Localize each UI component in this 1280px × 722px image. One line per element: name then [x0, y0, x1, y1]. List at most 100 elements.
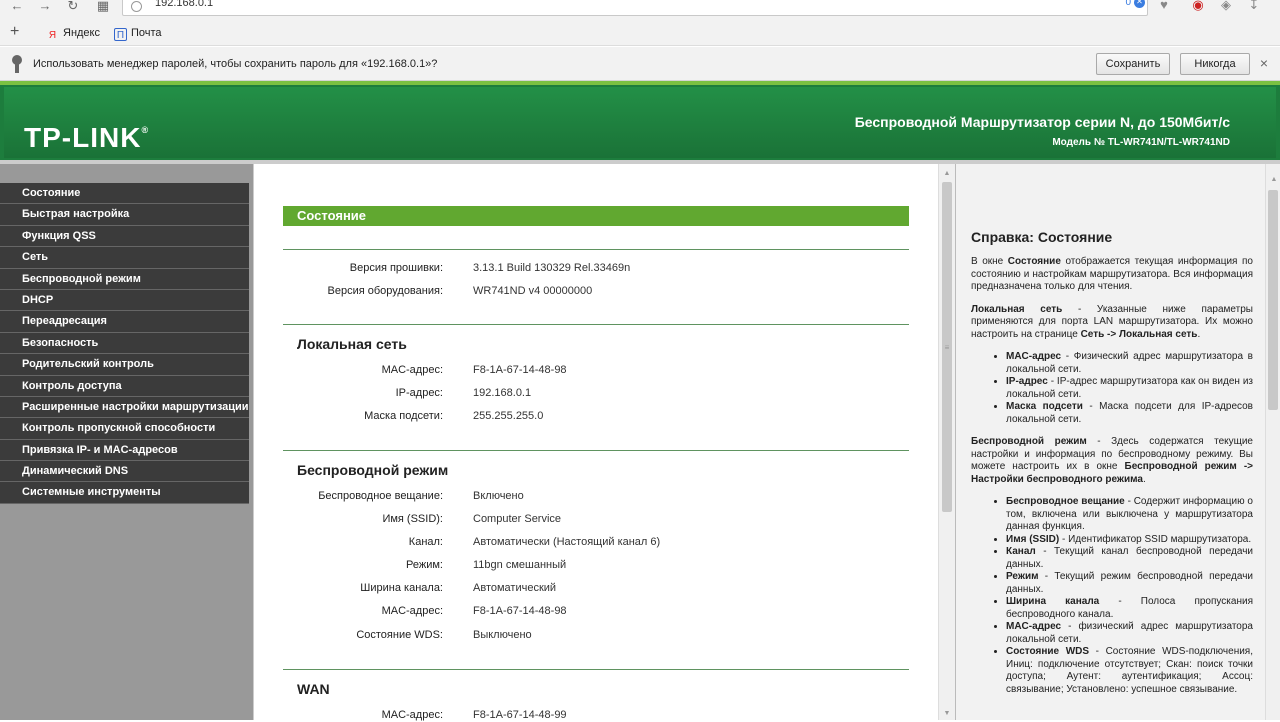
scroll-down-icon[interactable]: ▼: [942, 710, 952, 718]
firmware-value: 3.13.1 Build 130329 Rel.33469n: [473, 262, 631, 274]
wireless-broadcast-row: Беспроводное вещание: Включено: [283, 489, 909, 503]
bookmark-mail[interactable]: П Почта: [114, 26, 162, 41]
close-icon[interactable]: ×: [1260, 53, 1268, 73]
wireless-mode-row: Режим: 11bgn смешанный: [283, 558, 909, 572]
list-item: Маска подсети - Маска подсети для IP-адр…: [1006, 401, 1253, 426]
wireless-heading: Беспроводной режим: [297, 462, 449, 478]
help-lan: Локальная сеть - Указанные ниже параметр…: [971, 303, 1253, 340]
sidebar-item-ddns[interactable]: Динамический DNS: [0, 461, 249, 483]
product-title: Беспроводной Маршрутизатор серии N, до 1…: [854, 114, 1230, 130]
wireless-ssid-row: Имя (SSID): Computer Service: [283, 512, 909, 526]
back-icon[interactable]: ←: [8, 0, 26, 16]
lan-mac-value: F8-1A-67-14-48-98: [473, 364, 567, 376]
help-scrollbar[interactable]: ▲: [1265, 164, 1280, 720]
sidebar-item-ip-mac-binding[interactable]: Привязка IP- и MAC-адресов: [0, 439, 249, 462]
router-header: TP-LINK® Беспроводной Маршрутизатор сери…: [0, 81, 1280, 160]
bookmark-yandex[interactable]: Я Яндекс: [46, 26, 100, 42]
address-bar[interactable]: 192.168.0.1 0 ✕: [122, 0, 1148, 16]
lan-ip-label: IP-адрес:: [395, 387, 443, 399]
wireless-channel-row: Канал: Автоматически (Настоящий канал 6): [283, 535, 909, 549]
sidebar: Состояние Быстрая настройка Функция QSS …: [0, 164, 253, 720]
firmware-row: Версия прошивки: 3.13.1 Build 130329 Rel…: [283, 261, 909, 275]
wireless-wds-value: Выключено: [473, 629, 532, 641]
hardware-label: Версия оборудования:: [327, 285, 444, 297]
sidebar-item-wireless[interactable]: Беспроводной режим: [0, 268, 249, 290]
list-item: MAC-адрес - физический адрес маршрутизат…: [1006, 621, 1253, 646]
wireless-mac-value: F8-1A-67-14-48-98: [473, 605, 567, 617]
wireless-wds-label: Состояние WDS:: [356, 629, 443, 641]
sidebar-item-quick-setup[interactable]: Быстрая настройка: [0, 204, 249, 226]
key-icon: [12, 55, 22, 73]
forward-icon[interactable]: →: [36, 0, 54, 16]
tp-link-logo: TP-LINK®: [24, 122, 150, 153]
wireless-mode-label: Режим:: [406, 559, 443, 571]
url-text[interactable]: 192.168.0.1: [155, 0, 213, 9]
shield-icon[interactable]: ◈: [1218, 0, 1234, 14]
wireless-mac-label: MAC-адрес:: [381, 605, 443, 617]
sidebar-item-qss[interactable]: Функция QSS: [0, 225, 249, 248]
scroll-grip-icon: ≡: [944, 343, 950, 352]
password-prompt: Использовать менеджер паролей, чтобы сох…: [33, 58, 438, 70]
wireless-wds-row: Состояние WDS: Выключено: [283, 628, 909, 642]
browser-toolbar: ← → ↻ ▦ 192.168.0.1 0 ✕ ♥ ◉ ◈ ↧: [0, 0, 1280, 20]
never-button[interactable]: Никогда: [1180, 53, 1250, 75]
lan-mask-label: Маска подсети:: [364, 410, 443, 422]
bookmarks-bar: + Я Яндекс П Почта: [0, 20, 1280, 46]
wireless-mode-value: 11bgn смешанный: [473, 559, 567, 571]
blocked-count: 0: [1125, 0, 1131, 8]
lan-mac-label: MAC-адрес:: [381, 364, 443, 376]
sidebar-item-forwarding[interactable]: Переадресация: [0, 311, 249, 333]
scrollbar-thumb[interactable]: [1268, 190, 1278, 410]
list-item: Состояние WDS - Состояние WDS-подключени…: [1006, 646, 1253, 696]
wireless-ssid-value: Computer Service: [473, 513, 562, 525]
wireless-mac-row: MAC-адрес: F8-1A-67-14-48-98: [283, 604, 909, 618]
lan-mask-row: Маска подсети: 255.255.255.0: [283, 409, 909, 423]
sidebar-item-status[interactable]: Состояние: [0, 183, 249, 205]
hardware-value: WR741ND v4 00000000: [473, 285, 593, 297]
lan-mask-value: 255.255.255.0: [473, 410, 544, 422]
list-item: Канал - Текущий канал беспроводной перед…: [1006, 546, 1253, 571]
lan-mac-row: MAC-адрес: F8-1A-67-14-48-98: [283, 363, 909, 377]
list-item: IP-адрес - IP-адрес маршрутизатора как о…: [1006, 376, 1253, 401]
heart-icon[interactable]: ♥: [1156, 0, 1172, 14]
download-icon[interactable]: ↧: [1246, 0, 1262, 14]
wireless-width-label: Ширина канала:: [360, 582, 443, 594]
reload-icon[interactable]: ↻: [64, 0, 82, 16]
wireless-width-row: Ширина канала: Автоматический: [283, 581, 909, 595]
sidebar-item-dhcp[interactable]: DHCP: [0, 289, 249, 312]
main-scrollbar[interactable]: ▲ ≡ ▼: [938, 164, 955, 720]
firmware-label: Версия прошивки:: [349, 262, 443, 274]
apps-grid-icon[interactable]: ▦: [94, 0, 112, 16]
list-item: Имя (SSID) - Идентификатор SSID маршрути…: [1006, 534, 1253, 547]
help-wireless-list: Беспроводное вещание - Содержит информац…: [1006, 496, 1253, 696]
list-item: MAC-адрес - Физический адрес маршрутизат…: [1006, 351, 1253, 376]
help-intro: В окне Состояние отображается текущая ин…: [971, 256, 1253, 292]
help-wireless: Беспроводной режим - Здесь содержатся те…: [971, 436, 1253, 485]
divider: [283, 450, 909, 451]
sidebar-item-bandwidth-control[interactable]: Контроль пропускной способности: [0, 418, 249, 440]
divider: [283, 324, 909, 325]
divider: [283, 249, 909, 250]
help-title: Справка: Состояние: [971, 229, 1113, 245]
scroll-up-icon[interactable]: ▲: [942, 170, 952, 178]
extension-icon[interactable]: ✕: [1134, 0, 1145, 8]
sidebar-item-network[interactable]: Сеть: [0, 247, 249, 269]
sidebar-item-access-control[interactable]: Контроль доступа: [0, 375, 249, 397]
sidebar-item-advanced-routing[interactable]: Расширенные настройки маршрутизации: [0, 396, 249, 419]
wireless-channel-label: Канал:: [408, 536, 443, 548]
wireless-width-value: Автоматический: [473, 582, 557, 594]
list-item: Режим - Текущий режим беспроводной перед…: [1006, 571, 1253, 596]
sidebar-item-system-tools[interactable]: Системные инструменты: [0, 482, 249, 504]
sidebar-item-security[interactable]: Безопасность: [0, 332, 249, 355]
hardware-row: Версия оборудования: WR741ND v4 00000000: [283, 284, 909, 298]
add-bookmark-icon[interactable]: +: [10, 24, 19, 40]
lan-ip-value: 192.168.0.1: [473, 387, 532, 399]
password-bar: Использовать менеджер паролей, чтобы сох…: [0, 47, 1280, 81]
scroll-up-icon[interactable]: ▲: [1269, 176, 1279, 184]
ublock-icon[interactable]: ◉: [1190, 0, 1206, 14]
save-button[interactable]: Сохранить: [1096, 53, 1170, 75]
wan-heading: WAN: [297, 681, 330, 697]
help-lan-list: MAC-адрес - Физический адрес маршрутизат…: [1006, 351, 1253, 426]
sidebar-item-parental-control[interactable]: Родительский контроль: [0, 354, 249, 376]
globe-icon: [131, 1, 142, 12]
